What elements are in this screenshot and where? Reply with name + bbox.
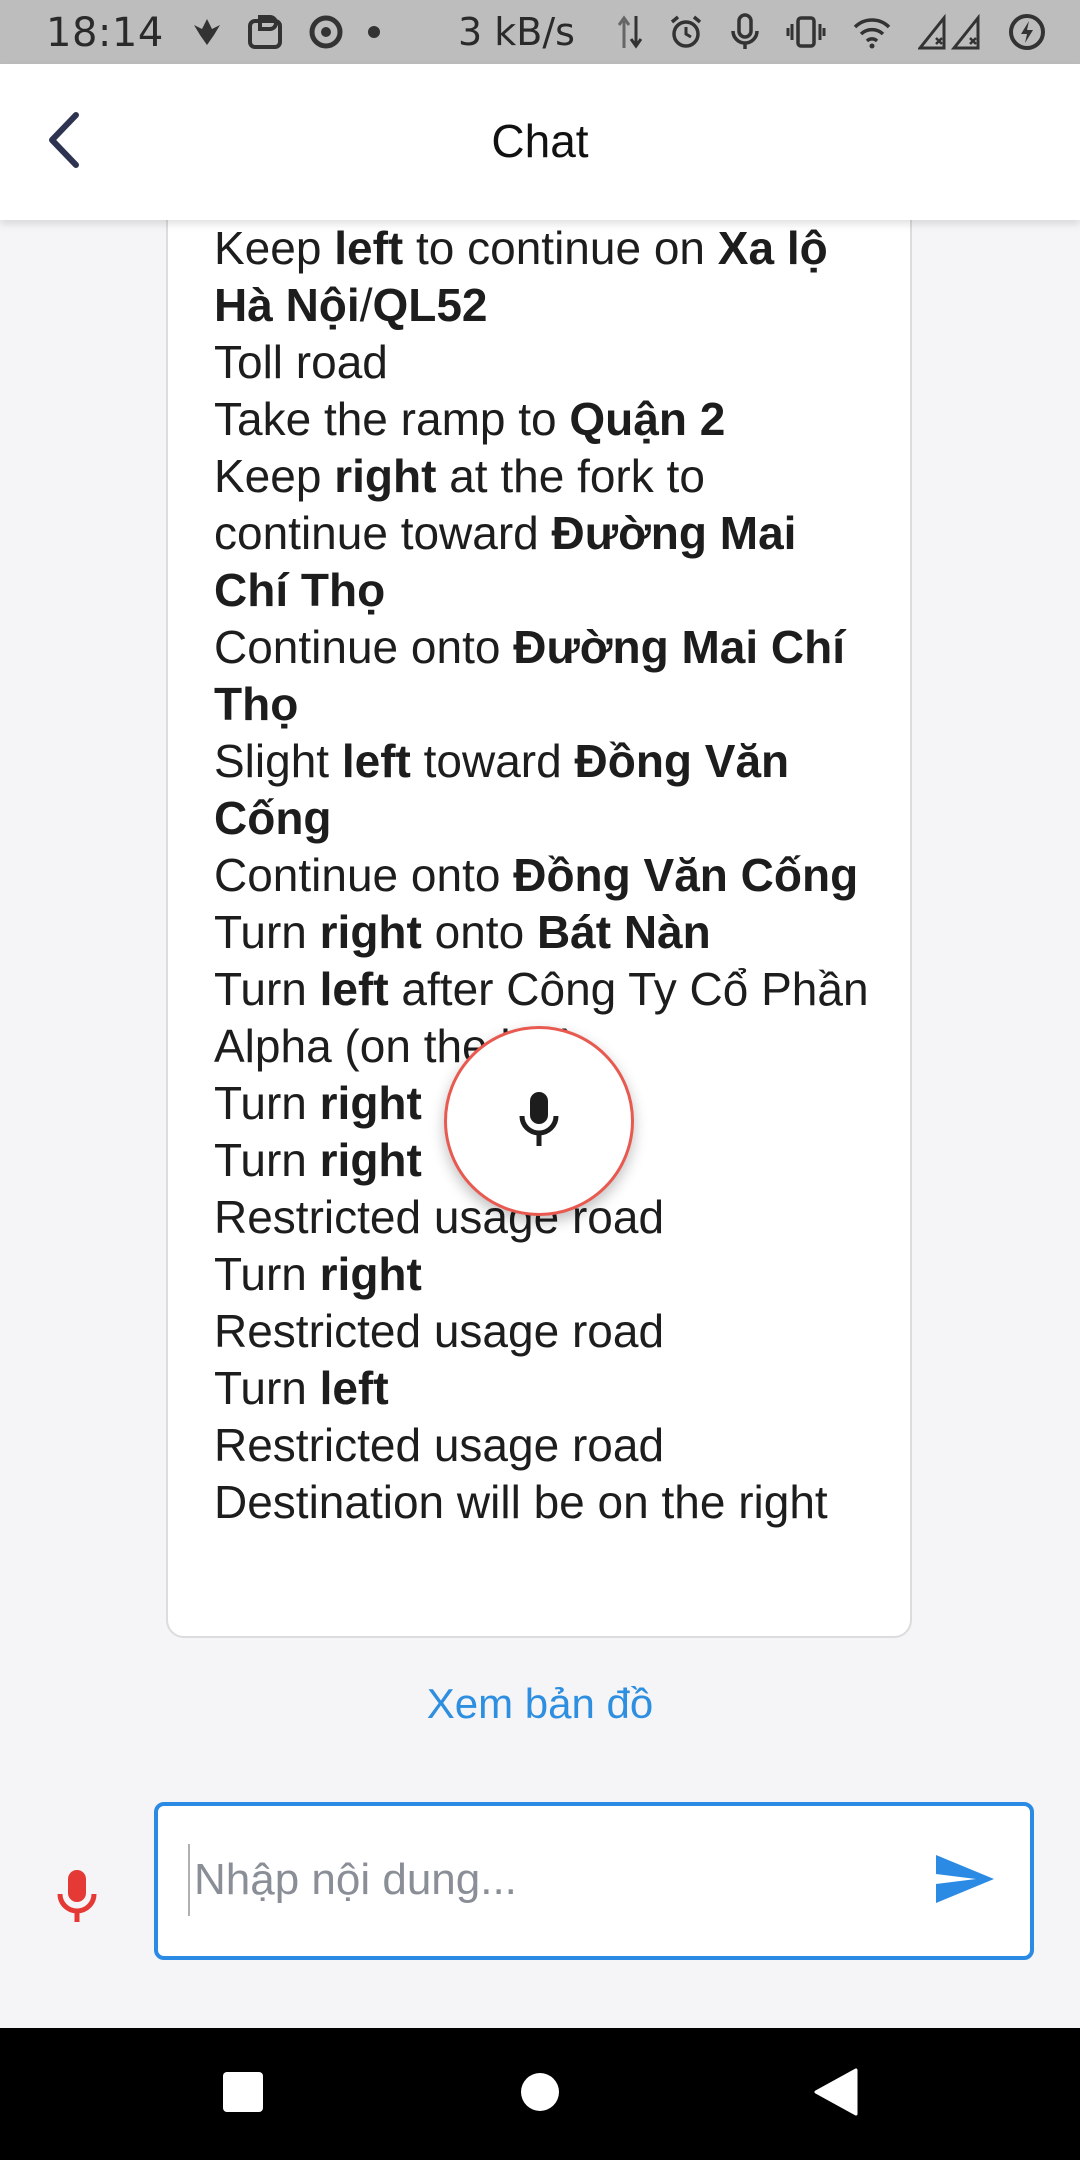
direction-step-text: to continue on bbox=[403, 222, 718, 274]
direction-step-emphasis: right bbox=[319, 1134, 422, 1186]
battery-icon bbox=[1008, 13, 1046, 51]
direction-step-text: onto bbox=[421, 906, 537, 958]
direction-step-text: Turn bbox=[214, 963, 320, 1015]
recents-button[interactable] bbox=[215, 2066, 271, 2122]
direction-step-text: toward bbox=[410, 735, 575, 787]
direction-step: Continue onto Đường Mai Chí Thọ bbox=[214, 619, 874, 733]
signal-icon bbox=[918, 14, 982, 50]
direction-step-text: Slight bbox=[214, 735, 342, 787]
direction-step-emphasis: right bbox=[319, 1248, 422, 1300]
direction-step-emphasis: Bát Nàn bbox=[536, 906, 711, 958]
direction-step-emphasis: left bbox=[334, 222, 404, 274]
send-button[interactable] bbox=[928, 1846, 1002, 1916]
direction-step-text: Continue onto bbox=[214, 849, 514, 901]
direction-step-text: Take the ramp to bbox=[214, 393, 570, 445]
direction-step: Continue onto Đồng Văn Cống bbox=[214, 847, 874, 904]
direction-step: Take the ramp to Quận 2 bbox=[214, 391, 874, 448]
vibrate-icon bbox=[786, 14, 826, 50]
direction-step-emphasis: left bbox=[319, 1362, 389, 1414]
mic-icon bbox=[517, 1090, 561, 1153]
direction-step-text: / bbox=[359, 279, 373, 331]
direction-step-emphasis: Quận 2 bbox=[569, 393, 726, 445]
direction-step-emphasis: left bbox=[341, 735, 411, 787]
direction-step-text: Turn bbox=[214, 1248, 320, 1300]
page-title: Chat bbox=[491, 115, 589, 167]
chat-message-list[interactable]: Keep left to continue on Xa lộ Hà Nội/QL… bbox=[0, 220, 1080, 1780]
direction-step-text: Restricted usage road bbox=[214, 1191, 665, 1243]
recents-square-icon bbox=[222, 2071, 264, 2118]
direction-step: Slight left toward Đồng Văn Cống bbox=[214, 733, 874, 847]
direction-step-text: Keep bbox=[214, 222, 335, 274]
direction-step-emphasis: left bbox=[319, 963, 389, 1015]
direction-step-text: Continue onto bbox=[214, 621, 514, 673]
status-bar: 18:14 3 kB/s bbox=[0, 0, 1080, 64]
direction-step: Keep right at the fork to continue towar… bbox=[214, 448, 874, 619]
direction-step-text: Restricted usage road bbox=[214, 1305, 665, 1357]
app-bar: Chat bbox=[0, 64, 1080, 220]
direction-step-emphasis: Đồng Văn Cống bbox=[513, 849, 859, 901]
direction-step-text: Toll road bbox=[214, 336, 388, 388]
send-icon bbox=[934, 1853, 996, 1910]
back-triangle-icon bbox=[814, 2068, 858, 2121]
direction-step: Turn right bbox=[214, 1246, 874, 1303]
mic-icon bbox=[730, 13, 760, 51]
direction-step: Turn left bbox=[214, 1360, 874, 1417]
direction-step-text: Turn bbox=[214, 1077, 320, 1129]
app-icon bbox=[246, 13, 286, 51]
data-arrows-icon bbox=[618, 12, 642, 52]
status-right-icons bbox=[618, 12, 1046, 52]
view-map-link[interactable]: Xem bản đồ bbox=[0, 1680, 1080, 1728]
direction-step-text: Turn bbox=[214, 1362, 320, 1414]
mic-icon bbox=[55, 1868, 99, 1929]
home-button[interactable] bbox=[512, 2066, 568, 2122]
direction-step: Toll road bbox=[214, 334, 874, 391]
direction-step-text: Destination will be on the right bbox=[214, 1476, 828, 1528]
voice-input-button[interactable] bbox=[44, 1858, 110, 1938]
direction-step-emphasis: QL52 bbox=[372, 279, 488, 331]
message-input[interactable] bbox=[188, 1844, 896, 1916]
notification-icon bbox=[190, 15, 224, 49]
status-time: 18:14 bbox=[46, 10, 164, 56]
direction-step-emphasis: right bbox=[319, 906, 422, 958]
message-input-box bbox=[154, 1802, 1034, 1960]
direction-step-emphasis: right bbox=[334, 450, 437, 502]
direction-step-emphasis: right bbox=[319, 1077, 422, 1129]
direction-step: Keep left to continue on Xa lộ Hà Nội/QL… bbox=[214, 220, 874, 334]
direction-step-text: Turn bbox=[214, 906, 320, 958]
direction-step: Restricted usage road bbox=[214, 1417, 874, 1474]
direction-step: Restricted usage road bbox=[214, 1303, 874, 1360]
record-icon bbox=[308, 14, 344, 50]
composer-bar bbox=[0, 1780, 1080, 2028]
system-nav-bar bbox=[0, 2028, 1080, 2160]
alarm-icon bbox=[668, 14, 704, 50]
directions-text: Keep left to continue on Xa lộ Hà Nội/QL… bbox=[214, 220, 874, 1531]
dot-icon bbox=[366, 24, 382, 40]
status-left-icons bbox=[190, 12, 382, 52]
wifi-icon bbox=[852, 15, 892, 49]
direction-step-text: Keep bbox=[214, 450, 335, 502]
direction-step-text: Turn bbox=[214, 1134, 320, 1186]
direction-step: Turn right onto Bát Nàn bbox=[214, 904, 874, 961]
home-circle-icon bbox=[520, 2072, 560, 2117]
status-network-speed: 3 kB/s bbox=[458, 10, 575, 54]
direction-step-text: Restricted usage road bbox=[214, 1419, 665, 1471]
direction-step: Destination will be on the right bbox=[214, 1474, 874, 1531]
back-nav-button[interactable] bbox=[808, 2066, 864, 2122]
floating-mic-button[interactable] bbox=[444, 1026, 634, 1216]
